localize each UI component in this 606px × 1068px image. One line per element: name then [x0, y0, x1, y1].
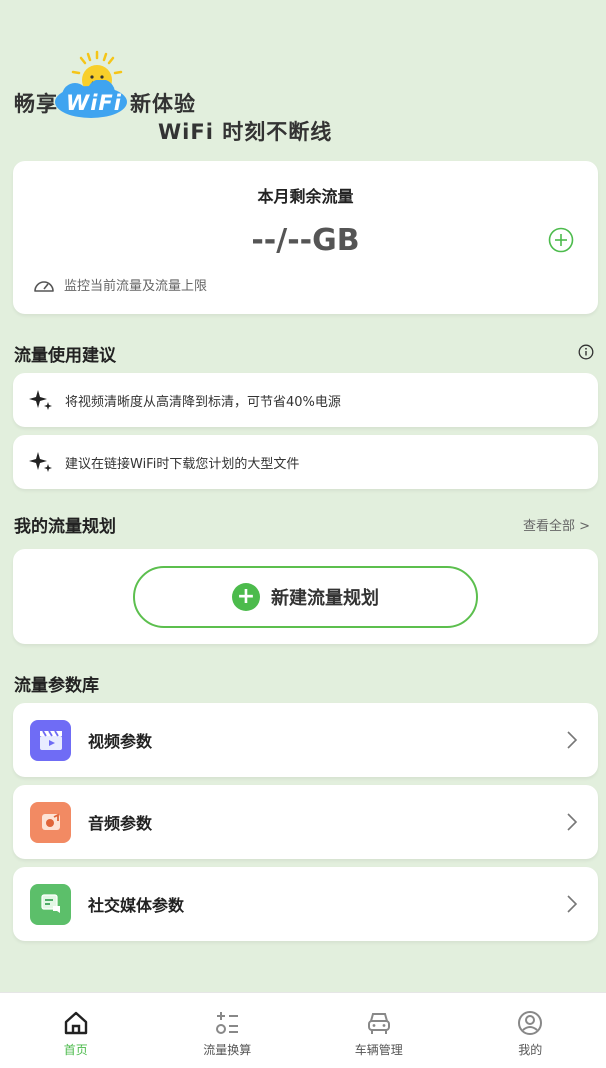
calculator-icon	[216, 1012, 239, 1034]
hero-banner: 畅享 WiFi 新体验 WiFi 时刻不断线	[0, 0, 606, 150]
info-icon[interactable]	[578, 344, 594, 360]
hero-suffix: 新体验	[130, 92, 196, 116]
tips-section-title: 流量使用建议	[14, 346, 116, 366]
monitor-row: 监控当前流量及流量上限	[33, 275, 207, 294]
tab-profile[interactable]: 我的	[455, 993, 606, 1068]
car-icon	[367, 1013, 390, 1034]
profile-icon	[518, 1011, 543, 1035]
tab-label: 首页	[63, 1043, 88, 1057]
plus-circle-icon[interactable]	[548, 227, 574, 253]
tip-text: 将视频清晰度从高清降到标清，可节省40%电源	[65, 394, 341, 410]
param-label: 音频参数	[88, 814, 153, 833]
social-chat-icon	[30, 883, 71, 925]
params-section-title: 流量参数库	[14, 676, 99, 696]
hero-subtitle: WiFi 时刻不断线	[158, 120, 333, 144]
plus-icon: +	[232, 583, 260, 611]
tab-conversion[interactable]: 流量换算	[152, 993, 304, 1068]
tab-label: 流量换算	[203, 1043, 252, 1057]
sparkle-icon	[29, 452, 52, 472]
plan-section-title: 我的流量规划	[14, 517, 116, 537]
param-item-social[interactable]: 社交媒体参数	[13, 867, 598, 941]
param-label: 视频参数	[88, 732, 153, 751]
tab-home[interactable]: 首页	[0, 993, 152, 1068]
traffic-value: --/--GB	[251, 223, 360, 258]
chevron-right-icon	[567, 813, 578, 831]
hero-prefix: 畅享	[14, 92, 58, 116]
remaining-traffic-card[interactable]: 本月剩余流量 --/--GB 监控当前流量及流量上限	[13, 161, 598, 314]
hero-headline: 畅享 WiFi 新体验	[14, 50, 196, 120]
wifi-badge: WiFi	[55, 50, 129, 120]
tab-label: 我的	[518, 1043, 543, 1057]
tip-item: 将视频清晰度从高清降到标清，可节省40%电源	[13, 373, 598, 427]
see-all-link[interactable]: 查看全部 >	[523, 515, 590, 534]
monitor-text: 监控当前流量及流量上限	[64, 279, 208, 294]
tip-item: 建议在链接WiFi时下载您计划的大型文件	[13, 435, 598, 489]
tab-label: 车辆管理	[354, 1043, 403, 1057]
video-clapper-icon	[30, 719, 71, 761]
home-icon	[64, 1011, 87, 1035]
gauge-icon	[34, 280, 54, 292]
param-item-video[interactable]: 视频参数	[13, 703, 598, 777]
wifi-badge-text: WiFi	[66, 91, 122, 115]
traffic-title: 本月剩余流量	[257, 187, 354, 206]
tip-text: 建议在链接WiFi时下载您计划的大型文件	[65, 456, 300, 472]
tab-vehicle[interactable]: 车辆管理	[303, 993, 455, 1068]
bottom-tab-bar: 首页 流量换算 车辆管理 我的	[0, 992, 606, 1068]
param-label: 社交媒体参数	[88, 896, 185, 915]
chevron-right-icon	[567, 895, 578, 913]
audio-speaker-icon	[30, 801, 71, 843]
new-plan-label: 新建流量规划	[271, 588, 379, 609]
new-plan-button[interactable]: + 新建流量规划	[133, 566, 478, 628]
plan-card: + 新建流量规划	[13, 549, 598, 644]
sparkle-icon	[29, 390, 52, 410]
chevron-right-icon	[567, 731, 578, 749]
param-item-audio[interactable]: 音频参数	[13, 785, 598, 859]
